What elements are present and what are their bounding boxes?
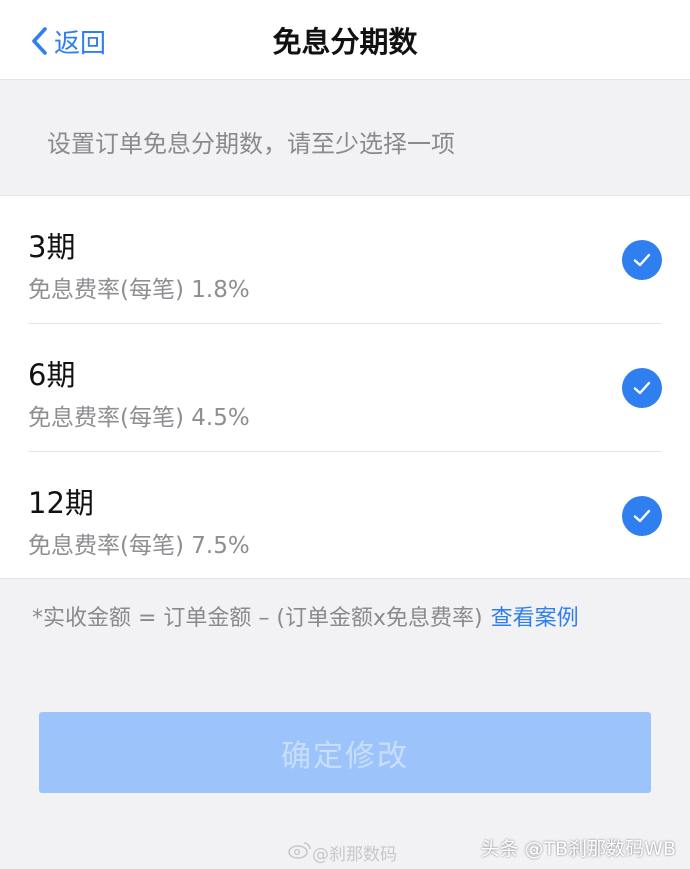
- confirm-button[interactable]: 确定修改: [39, 712, 651, 793]
- watermark: @刹那数码: [288, 840, 397, 865]
- corner-watermark: 头条 @TB刹那数码WB: [480, 838, 676, 860]
- option-rate: 免息费率(每笔) 1.8%: [28, 277, 250, 303]
- navigation-bar: 返回 免息分期数: [0, 0, 690, 80]
- weibo-icon: [288, 841, 312, 864]
- option-rate: 免息费率(每笔) 4.5%: [28, 405, 250, 431]
- checkmark-icon[interactable]: [622, 368, 662, 408]
- option-title: 6期: [28, 358, 76, 392]
- watermark-text: @刹那数码: [312, 845, 397, 865]
- installment-option-6[interactable]: 6期 免息费率(每笔) 4.5%: [0, 324, 690, 452]
- checkmark-icon[interactable]: [622, 496, 662, 536]
- option-title: 12期: [28, 486, 94, 520]
- view-example-link[interactable]: 查看案例: [491, 606, 579, 631]
- option-title: 3期: [28, 230, 76, 264]
- installment-option-12[interactable]: 12期 免息费率(每笔) 7.5%: [0, 452, 690, 580]
- page-title: 免息分期数: [272, 25, 418, 59]
- instruction-text: 设置订单免息分期数，请至少选择一项: [47, 130, 455, 158]
- installment-option-3[interactable]: 3期 免息费率(每笔) 1.8%: [0, 196, 690, 324]
- formula-text: *实收金额 = 订单金额 – (订单金额x免息费率): [32, 606, 483, 631]
- formula-note: *实收金额 = 订单金额 – (订单金额x免息费率) 查看案例: [32, 600, 579, 632]
- installment-options-list: 3期 免息费率(每笔) 1.8% 6期 免息费率(每笔) 4.5% 12期 免息…: [0, 195, 690, 579]
- checkmark-icon[interactable]: [622, 240, 662, 280]
- option-rate: 免息费率(每笔) 7.5%: [28, 533, 250, 559]
